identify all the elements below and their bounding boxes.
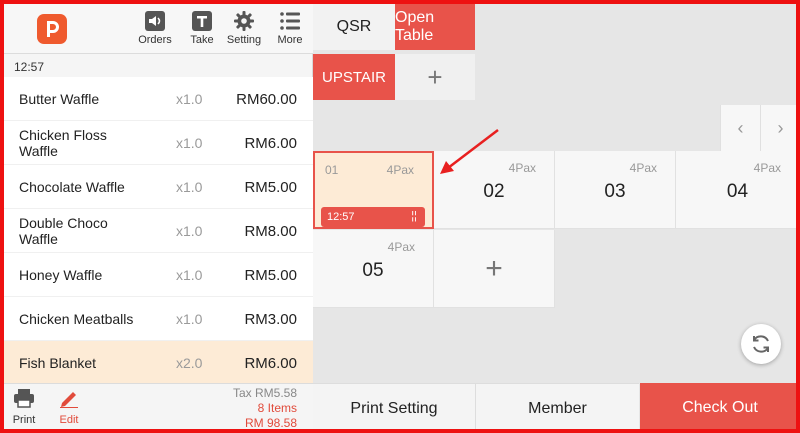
edit-label: Edit <box>59 414 79 426</box>
item-qty: x1.0 <box>176 135 203 151</box>
add-table-button[interactable]: + <box>434 230 555 308</box>
annotation-arrow <box>440 129 499 174</box>
table-number: 02 <box>483 181 505 202</box>
table-03[interactable]: 4Pax 03 <box>555 151 676 229</box>
order-footer: Print Edit Tax RM5.58 8 Items RM 98.58 <box>4 383 313 430</box>
next-page-button[interactable]: › <box>760 105 796 151</box>
setting-label: Setting <box>226 34 262 46</box>
order-item-row[interactable]: Chicken Floss Waffle x1.0 RM6.00 <box>4 121 313 165</box>
item-qty: x2.0 <box>176 355 203 371</box>
refresh-icon <box>753 335 769 353</box>
order-item-row-selected[interactable]: Fish Blanket x2.0 RM6.00 <box>4 341 313 385</box>
print-setting-button[interactable]: Print Setting <box>313 383 476 429</box>
table-status-badge: 12:57 ¦¦ <box>321 207 425 227</box>
table-pax: 4Pax <box>386 163 414 177</box>
item-qty: x1.0 <box>176 91 203 107</box>
more-label: More <box>277 34 303 46</box>
member-button[interactable]: Member <box>476 383 639 429</box>
item-qty: x1.0 <box>176 179 203 195</box>
item-qty: x1.0 <box>176 267 203 283</box>
item-price: RM5.00 <box>244 178 297 196</box>
table-number: 04 <box>726 181 749 202</box>
print-button[interactable]: Print <box>6 388 42 426</box>
table-pax: 4Pax <box>753 161 781 175</box>
order-panel: Orders Take Setting More 12:57 Butter Wa… <box>4 4 313 430</box>
table-panel: QSR Open Table UPSTAIR + ‹ › 01 4Pax 12:… <box>313 4 796 429</box>
setting-button[interactable]: Setting <box>221 10 267 52</box>
speaker-icon <box>145 11 165 31</box>
orders-label: Orders <box>138 34 172 46</box>
take-label: Take <box>190 34 214 46</box>
item-name: Chicken Floss Waffle <box>19 127 107 159</box>
gear-icon <box>234 11 254 31</box>
prev-page-button[interactable]: ‹ <box>720 105 760 151</box>
refresh-button[interactable] <box>741 324 781 364</box>
item-price: RM6.00 <box>244 354 297 372</box>
table-pax: 4Pax <box>387 240 415 254</box>
item-name: Double Choco Waffle <box>19 215 108 247</box>
table-id: 01 <box>325 163 339 177</box>
tax-amount: Tax RM5.58 <box>232 386 297 400</box>
order-item-row[interactable]: Chocolate Waffle x1.0 RM5.00 <box>4 165 313 209</box>
item-price: RM8.00 <box>244 222 297 240</box>
item-name: Honey Waffle <box>19 267 103 283</box>
more-button[interactable]: More <box>267 10 313 52</box>
table-pax: 4Pax <box>629 161 657 175</box>
checkout-button[interactable]: Check Out <box>640 383 796 429</box>
top-toolbar: Orders Take Setting More <box>4 4 313 54</box>
add-area-button[interactable]: + <box>395 54 475 100</box>
table-number: 03 <box>604 181 626 202</box>
order-item-row[interactable]: Honey Waffle x1.0 RM5.00 <box>4 253 313 297</box>
items-count: 8 Items <box>257 401 297 415</box>
item-price: RM5.00 <box>244 266 297 284</box>
tab-qsr[interactable]: QSR <box>313 4 395 50</box>
app-logo <box>37 14 67 44</box>
edit-button[interactable]: Edit <box>51 388 87 426</box>
total-amount: RM 98.58 <box>244 416 297 430</box>
item-qty: x1.0 <box>176 223 203 239</box>
table-number: 05 <box>362 260 384 281</box>
table-01[interactable]: 01 4Pax 12:57 ¦¦ <box>313 151 434 229</box>
item-price: RM3.00 <box>244 310 297 328</box>
item-name: Chocolate Waffle <box>19 179 125 195</box>
app-window: Orders Take Setting More 12:57 Butter Wa… <box>0 0 800 433</box>
order-item-row[interactable]: Double Choco Waffle x1.0 RM8.00 <box>4 209 313 253</box>
table-time: 12:57 <box>327 211 355 223</box>
take-button[interactable]: Take <box>179 10 225 52</box>
fork-knife-icon: ¦¦ <box>411 210 417 222</box>
print-label: Print <box>12 414 36 426</box>
order-item-list: Butter Waffle x1.0 RM60.00 Chicken Floss… <box>4 77 313 385</box>
item-qty: x1.0 <box>176 311 203 327</box>
item-name: Fish Blanket <box>19 355 97 371</box>
order-time: 12:57 <box>14 60 45 74</box>
orders-button[interactable]: Orders <box>132 10 178 52</box>
order-totals: Tax RM5.58 8 Items RM 98.58 <box>232 386 297 430</box>
item-price: RM6.00 <box>244 134 297 152</box>
tab-open-table[interactable]: Open Table <box>395 4 475 50</box>
area-upstair[interactable]: UPSTAIR <box>313 54 395 100</box>
table-pax: 4Pax <box>508 161 536 175</box>
table-05[interactable]: 4Pax 05 <box>313 230 434 308</box>
item-name: Chicken Meatballs <box>19 311 134 327</box>
order-item-row[interactable]: Butter Waffle x1.0 RM60.00 <box>4 77 313 121</box>
item-name: Butter Waffle <box>19 91 100 107</box>
menu-list-icon <box>280 12 300 30</box>
take-icon <box>192 11 212 31</box>
pencil-icon <box>60 392 78 409</box>
order-item-row[interactable]: Chicken Meatballs x1.0 RM3.00 <box>4 297 313 341</box>
item-price: RM60.00 <box>236 90 297 108</box>
table-04[interactable]: 4Pax 04 <box>676 151 796 229</box>
printer-icon <box>14 389 34 408</box>
